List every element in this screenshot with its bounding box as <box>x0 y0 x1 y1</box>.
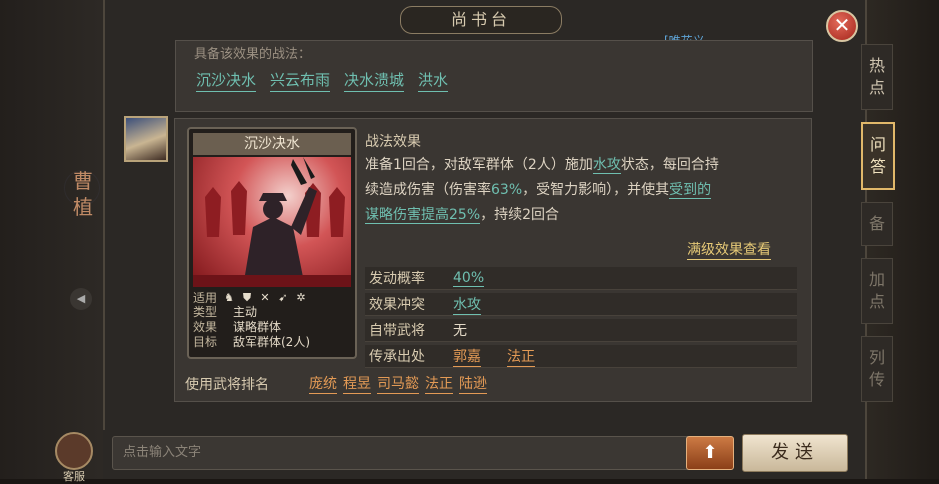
attr-row-own: 自带武将 无 <box>365 319 797 342</box>
trigger-rate: 40% <box>453 269 485 287</box>
ranked-general-link[interactable]: 法正 <box>425 373 453 394</box>
tactic-card-title: 沉沙决水 <box>193 133 351 155</box>
attr-key: 自带武将 <box>369 323 425 339</box>
damage-rate: 63% <box>491 182 523 198</box>
bow-icon: ✕ <box>260 290 270 304</box>
related-tactic-link[interactable]: 兴云布雨 <box>270 69 331 92</box>
info-value: 谋略群体 <box>233 320 282 334</box>
background-left <box>0 0 110 479</box>
attr-key: 发动概率 <box>369 271 425 287</box>
user-ranking-label: 使用武将排名 <box>185 376 269 393</box>
side-tabs: 热点 问答 备 加点 列传 <box>861 44 895 414</box>
info-value: 敌军群体(2人) <box>233 335 310 349</box>
own-general: 无 <box>453 323 467 339</box>
effect-label: 战法效果 <box>365 134 421 150</box>
scroll-up-button[interactable]: ⬆ <box>686 436 734 470</box>
tab-qa[interactable]: 问答 <box>861 122 895 190</box>
chat-input[interactable]: 点击输入文字 <box>112 436 690 470</box>
ranked-general-link[interactable]: 陆逊 <box>459 373 487 394</box>
sound-icon[interactable]: ◀ <box>70 288 92 310</box>
effect-text-part: 状态，每回合持 <box>620 157 719 173</box>
send-button[interactable]: 发送 <box>742 434 848 472</box>
ranked-general-link[interactable]: 程昱 <box>343 373 371 394</box>
close-button[interactable]: ✕ <box>826 10 858 42</box>
attr-key: 传承出处 <box>369 349 425 365</box>
ranked-general-link[interactable]: 司马懿 <box>377 373 419 394</box>
customer-service-button[interactable]: 客服 <box>52 432 96 484</box>
customer-service-icon <box>55 432 93 470</box>
tab-points[interactable]: 加点 <box>861 258 893 324</box>
suitable-label: 适用 <box>193 291 218 305</box>
tab-hot[interactable]: 热点 <box>861 44 893 110</box>
attr-key: 效果冲突 <box>369 297 425 313</box>
attr-row-origin: 传承出处 郭嘉 法正 <box>365 345 797 368</box>
effect-text-part: ，受智力影响），并使其 <box>522 182 670 198</box>
tactic-detail-panel: 沉沙决水 适用 ♞ ⛊ ✕ ➹ ✲ 类型 主动 效果 谋略群体 目标 敌军群体(… <box>174 118 812 402</box>
wheel-icon: ✲ <box>296 290 306 304</box>
strategy-damage-link[interactable]: 受到的 <box>669 182 712 199</box>
tab-biography[interactable]: 列传 <box>861 336 893 402</box>
effect-text-part: 准备1回合，对敌军群体（2人）施加 <box>365 157 593 173</box>
user-ranking: 使用武将排名 庞统 程昱 司马懿 法正 陆逊 <box>185 373 487 394</box>
attr-row-rate: 发动概率 40% <box>365 267 797 290</box>
origin-general-link[interactable]: 郭嘉 <box>453 346 481 367</box>
cavalry-icon: ♞ <box>224 290 234 304</box>
tactic-card-info: 类型 主动 效果 谋略群体 目标 敌军群体(2人) <box>193 305 310 350</box>
water-attack-link[interactable]: 水攻 <box>592 157 621 174</box>
tactic-card: 沉沙决水 适用 ♞ ⛊ ✕ ➹ ✲ 类型 主动 效果 谋略群体 目标 敌军群体(… <box>187 127 357 359</box>
shield-icon: ⛊ <box>242 290 252 304</box>
character-name: 曹植 <box>73 169 93 219</box>
effect-text-part: ，持续2回合 <box>480 207 560 223</box>
ranked-general-link[interactable]: 庞统 <box>309 373 337 394</box>
attribute-table: 发动概率 40% 效果冲突 水攻 自带武将 无 传承出处 郭嘉 法正 <box>365 267 797 371</box>
info-value: 主动 <box>233 305 258 319</box>
max-level-effect-link[interactable]: 满级效果查看 <box>687 239 771 260</box>
page-title: 尚书台 <box>400 6 562 34</box>
origin-general-link[interactable]: 法正 <box>507 346 535 367</box>
info-key: 目标 <box>193 335 218 349</box>
customer-service-label: 客服 <box>63 470 85 483</box>
related-tactics-list: 沉沙决水 兴云布雨 决水溃城 洪水 <box>196 69 449 92</box>
related-caption: 具备该效果的战法： <box>194 47 312 62</box>
strategy-damage-link[interactable]: 谋略伤害提高25% <box>365 207 481 224</box>
effect-text-part: 续造成伤害（伤害率 <box>365 182 491 198</box>
related-tactic-link[interactable]: 洪水 <box>418 69 449 92</box>
tactic-card-art <box>193 157 351 287</box>
related-tactic-link[interactable]: 沉沙决水 <box>196 69 257 92</box>
suitable-troops: 适用 ♞ ⛊ ✕ ➹ ✲ <box>193 289 307 306</box>
related-tactics-panel: 具备该效果的战法： 沉沙决水 兴云布雨 决水溃城 洪水 <box>175 40 813 112</box>
spear-icon: ➹ <box>278 290 288 304</box>
effect-text: 准备1回合，对敌军群体（2人）施加水攻状态，每回合持 续造成伤害（伤害率63%，… <box>365 153 795 228</box>
attr-row-conflict: 效果冲突 水攻 <box>365 293 797 316</box>
related-tactic-link[interactable]: 决水溃城 <box>344 69 405 92</box>
info-key: 类型 <box>193 305 218 319</box>
conflict-link[interactable]: 水攻 <box>453 294 481 315</box>
info-key: 效果 <box>193 320 218 334</box>
tab-prepare[interactable]: 备 <box>861 202 893 246</box>
avatar[interactable] <box>124 116 168 162</box>
